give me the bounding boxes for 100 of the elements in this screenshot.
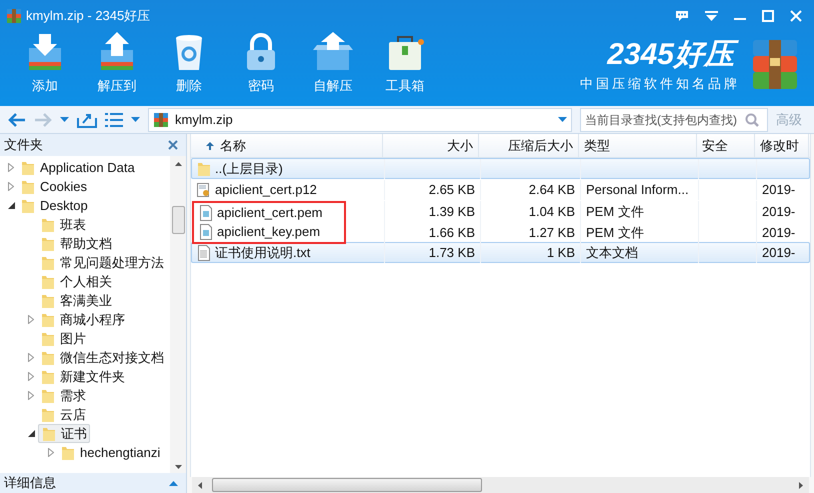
- toolbar-button[interactable]: 自解压: [302, 32, 364, 96]
- folder-icon: [40, 312, 56, 328]
- scroll-thumb[interactable]: [172, 206, 184, 234]
- tree-item[interactable]: Desktop: [18, 196, 90, 215]
- archive-icon: [6, 8, 22, 24]
- collapsed-arrow-icon[interactable]: [28, 353, 34, 362]
- toolbar-button[interactable]: 添加: [14, 32, 76, 96]
- file-name: apiclient_cert.p12: [215, 181, 317, 199]
- table-cell-text: 2.64 KB: [528, 181, 575, 199]
- table-cell-text: 1.73 KB: [428, 244, 475, 262]
- folder-icon: [20, 178, 36, 194]
- folder-icon: [20, 198, 36, 214]
- close-icon[interactable]: [168, 140, 178, 150]
- tree-item[interactable]: 商城小程序: [38, 310, 127, 329]
- scroll-right-icon[interactable]: [799, 482, 803, 488]
- table-cell-text: 2019-: [762, 181, 796, 199]
- expanded-arrow-icon[interactable]: [28, 430, 34, 437]
- tree-item[interactable]: 云店: [38, 405, 88, 424]
- folder-icon: [40, 350, 56, 366]
- tree-item[interactable]: 图片: [38, 329, 88, 348]
- folder-icon: [41, 426, 57, 442]
- file-row[interactable]: apiclient_cert.pem 1.39 KB 1.04 KB PEM 文件 2019-: [191, 200, 810, 221]
- table-cell-text: 2.65 KB: [428, 181, 475, 199]
- tree-item[interactable]: Application Data: [18, 158, 137, 177]
- folder-icon: [40, 216, 56, 232]
- list-view-icon[interactable]: [105, 112, 123, 126]
- tree-item[interactable]: 需求: [38, 386, 88, 405]
- table-cell-text: 1.39 KB: [428, 203, 475, 221]
- tree-item[interactable]: 微信生态对接文档: [38, 348, 166, 367]
- collapsed-arrow-icon[interactable]: [48, 448, 54, 457]
- folder-icon: [20, 160, 36, 176]
- up-folder-icon[interactable]: [77, 112, 97, 128]
- table-cell-text: 1.04 KB: [528, 203, 575, 221]
- caret-icon[interactable]: [60, 116, 69, 122]
- maximize-icon[interactable]: [762, 10, 774, 22]
- brand-slogan: 中国压缩软件知名品牌: [580, 75, 740, 93]
- table-cell-text: 2019-: [762, 244, 796, 262]
- folder-icon: [40, 368, 56, 384]
- collapsed-arrow-icon[interactable]: [28, 391, 34, 400]
- table-cell-text: 文本文档: [586, 244, 638, 262]
- file-name: apiclient_cert.pem: [217, 204, 322, 222]
- open-box-icon: [311, 32, 355, 72]
- table-cell-text: 1.27 KB: [528, 224, 575, 242]
- folder-icon: [40, 406, 56, 422]
- column-header[interactable]: 压缩后大小: [479, 134, 579, 157]
- panel-title: 文件夹: [4, 136, 43, 154]
- expanded-arrow-icon[interactable]: [8, 202, 14, 209]
- tree-item[interactable]: 帮助文档: [38, 234, 114, 253]
- table-cell-text: Personal Inform...: [586, 181, 689, 199]
- scroll-down-icon[interactable]: [174, 465, 182, 469]
- toolbar-button[interactable]: 工具箱: [374, 32, 436, 96]
- file-row[interactable]: ..(上层目录): [191, 158, 810, 179]
- table-cell-text: PEM 文件: [586, 224, 644, 242]
- tree-item[interactable]: 证书: [38, 424, 90, 443]
- tree-item[interactable]: 班表: [38, 215, 88, 234]
- collapsed-arrow-icon[interactable]: [28, 315, 34, 324]
- column-header[interactable]: 类型: [579, 134, 697, 157]
- sort-up-icon: [206, 142, 214, 150]
- search-icon[interactable]: [745, 112, 759, 126]
- feedback-icon[interactable]: [675, 10, 689, 22]
- file-icon: [198, 204, 214, 221]
- table-cell-text: 2019-: [762, 224, 796, 242]
- path-field[interactable]: kmylm.zip: [148, 108, 572, 132]
- toolbar-button[interactable]: 密码: [230, 32, 292, 96]
- expand-up-icon[interactable]: [169, 480, 178, 486]
- toolbar-button[interactable]: 解压到: [86, 32, 148, 96]
- file-name: 证书使用说明.txt: [215, 244, 310, 262]
- search-field[interactable]: 当前目录查找(支持包内查找): [580, 108, 768, 132]
- tree-item[interactable]: Cookies: [18, 177, 89, 196]
- tree-item[interactable]: 个人相关: [38, 272, 114, 291]
- column-header[interactable]: 修改时: [755, 134, 809, 157]
- folder-icon: [40, 330, 56, 346]
- file-row[interactable]: apiclient_cert.p12 2.65 KB 2.64 KB Personal Inform... 2019-: [191, 179, 810, 200]
- scroll-thumb[interactable]: [212, 478, 482, 492]
- horizontal-scrollbar[interactable]: [192, 477, 809, 493]
- column-header[interactable]: 安全: [697, 134, 755, 157]
- collapsed-arrow-icon[interactable]: [28, 372, 34, 381]
- scroll-up-icon[interactable]: [174, 162, 182, 166]
- column-header[interactable]: 大小: [383, 134, 479, 157]
- window-title: kmylm.zip - 2345好压: [26, 7, 150, 26]
- caret-icon[interactable]: [558, 116, 567, 122]
- table-cell-text: PEM 文件: [586, 203, 644, 221]
- tree-item[interactable]: 新建文件夹: [38, 367, 127, 386]
- table-cell-text: 1 KB: [546, 244, 575, 262]
- folder-icon: [40, 388, 56, 404]
- vertical-scrollbar[interactable]: [170, 156, 186, 473]
- toolbar-button[interactable]: 删除: [158, 32, 220, 96]
- back-arrow-icon[interactable]: [8, 112, 26, 128]
- column-header[interactable]: 名称: [191, 134, 383, 157]
- collapsed-arrow-icon[interactable]: [8, 182, 14, 191]
- tree-item[interactable]: 客满美业: [38, 291, 114, 310]
- tree-item[interactable]: 常见问题处理方法: [38, 253, 166, 272]
- dropdown-menu-icon[interactable]: [705, 10, 718, 22]
- caret-icon[interactable]: [131, 116, 140, 122]
- folder-icon: [196, 160, 212, 177]
- certificate-icon: [196, 182, 212, 198]
- collapsed-arrow-icon[interactable]: [8, 163, 14, 172]
- scroll-left-icon[interactable]: [198, 482, 202, 488]
- tree-item[interactable]: hechengtianzi: [58, 443, 162, 462]
- file-row[interactable]: 证书使用说明.txt 1.73 KB 1 KB 文本文档 2019-: [191, 242, 810, 263]
